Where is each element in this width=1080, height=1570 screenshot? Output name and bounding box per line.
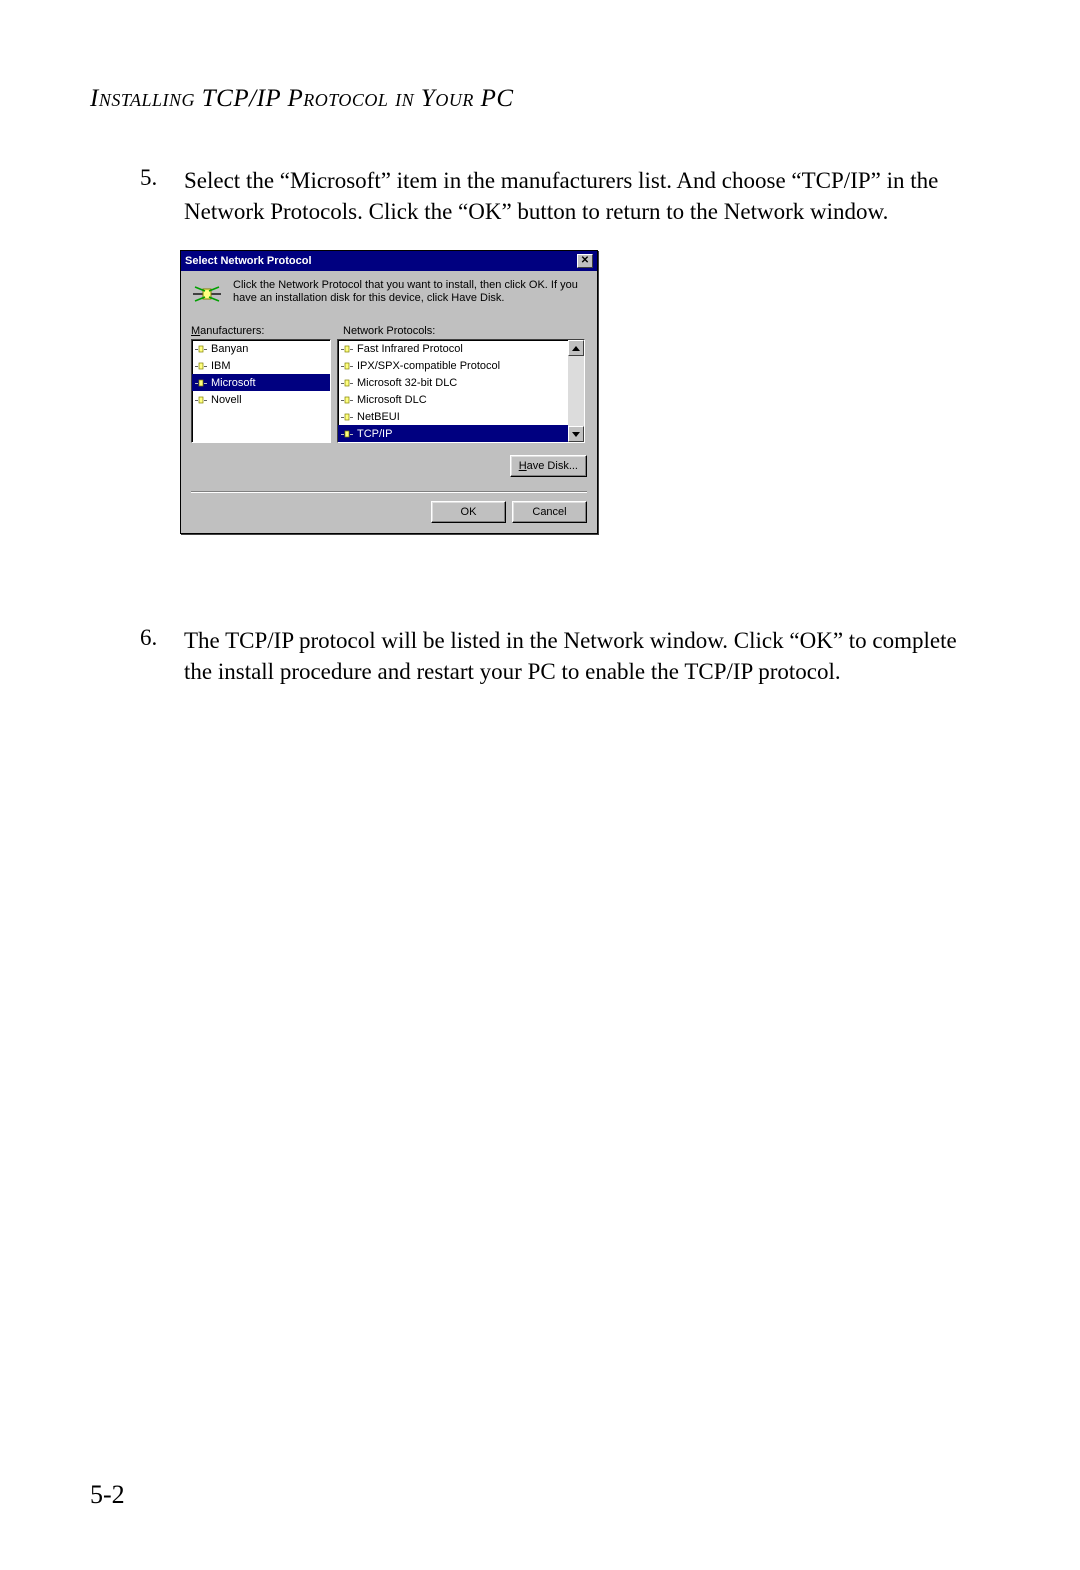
protocol-item-icon	[340, 411, 354, 423]
lists-row: Banyan IBM Microsoft Novell	[191, 339, 587, 443]
scroll-up-button[interactable]	[568, 340, 584, 356]
manufacturer-label: Microsoft	[211, 377, 256, 389]
manufacturer-label: Banyan	[211, 343, 248, 355]
manufacturer-item-novell[interactable]: Novell	[192, 391, 330, 408]
close-button[interactable]: ✕	[577, 254, 593, 268]
page-number: 5-2	[90, 1480, 125, 1510]
dialog-info-row: Click the Network Protocol that you want…	[191, 279, 587, 307]
protocol-item-icon	[194, 343, 208, 355]
step-6-number: 6.	[140, 625, 180, 651]
cancel-button[interactable]: Cancel	[512, 501, 587, 523]
network-protocol-icon	[191, 279, 223, 307]
page-heading: Installing TCP/IP Protocol in Your PC	[90, 85, 514, 113]
protocol-item-icon	[340, 377, 354, 389]
arrow-up-icon	[572, 346, 580, 351]
network-protocols-label: Network Protocols:	[343, 325, 435, 337]
protocol-label: IPX/SPX-compatible Protocol	[357, 360, 500, 372]
protocol-label: NetBEUI	[357, 411, 400, 423]
close-icon: ✕	[581, 255, 589, 266]
dialog-titlebar: Select Network Protocol ✕	[181, 251, 597, 271]
dialog-divider	[191, 491, 587, 493]
arrow-down-icon	[572, 432, 580, 437]
protocol-item-icon	[340, 343, 354, 355]
step-5-number: 5.	[140, 165, 180, 191]
protocol-item-tcpip[interactable]: TCP/IP	[338, 425, 584, 442]
dialog-title: Select Network Protocol	[185, 255, 312, 267]
step-6-text: The TCP/IP protocol will be listed in th…	[184, 625, 964, 687]
manufacturer-item-banyan[interactable]: Banyan	[192, 340, 330, 357]
protocol-item-ipx-spx[interactable]: IPX/SPX-compatible Protocol	[338, 357, 584, 374]
protocol-label: Microsoft DLC	[357, 394, 427, 406]
protocol-label: TCP/IP	[357, 428, 392, 440]
protocol-item-netbeui[interactable]: NetBEUI	[338, 408, 584, 425]
manufacturer-item-ibm[interactable]: IBM	[192, 357, 330, 374]
manufacturers-listbox[interactable]: Banyan IBM Microsoft Novell	[191, 339, 331, 443]
protocol-item-fast-infrared[interactable]: Fast Infrared Protocol	[338, 340, 584, 357]
scroll-down-button[interactable]	[568, 426, 584, 442]
manufacturer-item-microsoft[interactable]: Microsoft	[192, 374, 330, 391]
protocol-item-icon	[194, 394, 208, 406]
protocol-item-ms-dlc[interactable]: Microsoft DLC	[338, 391, 584, 408]
network-protocols-listbox[interactable]: Fast Infrared Protocol IPX/SPX-compatibl…	[337, 339, 585, 443]
manufacturers-label: Manufacturers:	[191, 325, 331, 337]
manufacturer-label: IBM	[211, 360, 231, 372]
dialog-buttons-row: OK Cancel	[191, 501, 587, 523]
protocol-item-32bit-dlc[interactable]: Microsoft 32-bit DLC	[338, 374, 584, 391]
step-5-text: Select the “Microsoft” item in the manuf…	[184, 165, 964, 227]
have-disk-button[interactable]: Have Disk...	[510, 455, 587, 477]
protocol-item-icon	[340, 428, 354, 440]
protocols-scrollbar[interactable]	[568, 340, 584, 442]
scroll-track[interactable]	[568, 356, 584, 426]
protocol-item-icon	[194, 360, 208, 372]
list-labels-row: Manufacturers: Network Protocols:	[191, 325, 587, 337]
select-network-protocol-dialog: Select Network Protocol ✕ Click the Netw…	[180, 250, 598, 534]
step-6: 6. The TCP/IP protocol will be listed in…	[140, 625, 990, 687]
protocol-label: Fast Infrared Protocol	[357, 343, 463, 355]
ok-button[interactable]: OK	[431, 501, 506, 523]
have-disk-row: Have Disk...	[191, 455, 587, 477]
manufacturer-label: Novell	[211, 394, 242, 406]
dialog-info-text: Click the Network Protocol that you want…	[233, 279, 587, 305]
protocol-item-icon	[340, 394, 354, 406]
step-5: 5. Select the “Microsoft” item in the ma…	[140, 165, 990, 227]
protocol-label: Microsoft 32-bit DLC	[357, 377, 457, 389]
protocol-item-icon	[194, 377, 208, 389]
protocol-item-icon	[340, 360, 354, 372]
dialog-body: Click the Network Protocol that you want…	[181, 271, 597, 533]
protocols-wrap: Fast Infrared Protocol IPX/SPX-compatibl…	[337, 339, 585, 443]
